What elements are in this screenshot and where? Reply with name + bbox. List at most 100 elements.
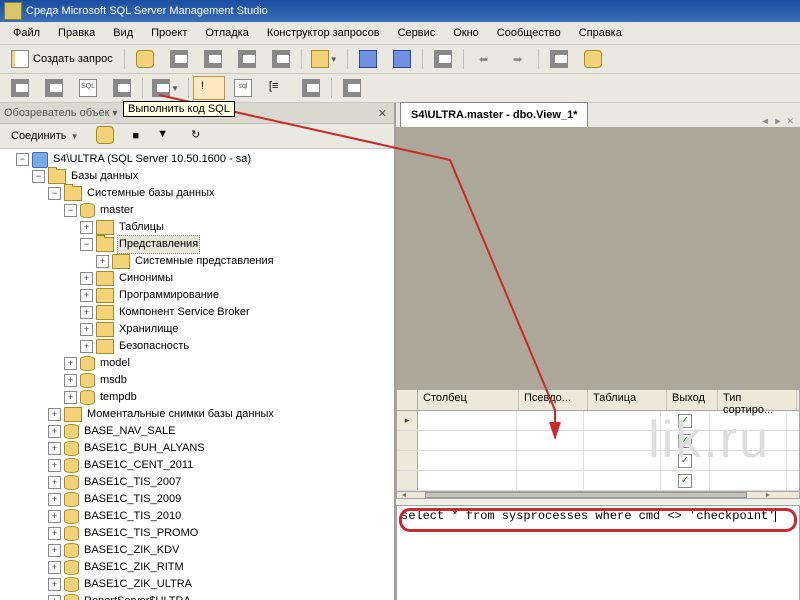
security-node[interactable]: Безопасность [117, 338, 191, 355]
views-node[interactable]: Представления [117, 235, 200, 254]
expand-toggle[interactable]: + [96, 255, 109, 268]
verify-sql-button[interactable]: sql [227, 76, 259, 100]
sql-text[interactable]: select * from sysprocesses where cmd <> … [401, 509, 775, 523]
database-node[interactable]: BASE1C_ZIK_KDV [82, 542, 181, 559]
menu-query-designer[interactable]: Конструктор запросов [258, 24, 389, 42]
col-header-column[interactable]: Столбец [418, 390, 519, 410]
servicebroker-node[interactable]: Компонент Service Broker [117, 304, 252, 321]
database-node[interactable]: BASE1C_TIS_PROMO [82, 525, 200, 542]
expand-toggle[interactable]: + [80, 306, 93, 319]
tab-scroll-left[interactable]: ◄ [759, 116, 772, 127]
snapshots-node[interactable]: Моментальные снимки базы данных [85, 406, 276, 423]
expand-toggle[interactable]: − [16, 153, 29, 166]
database-node[interactable]: BASE1C_TIS_2010 [82, 508, 183, 525]
expand-toggle[interactable]: − [64, 204, 77, 217]
expand-toggle[interactable]: + [80, 289, 93, 302]
menu-debug[interactable]: Отладка [196, 24, 257, 42]
expand-toggle[interactable]: + [48, 459, 61, 472]
add-derived-button[interactable] [336, 76, 368, 100]
database-node[interactable]: BASE1C_TIS_2009 [82, 491, 183, 508]
stop-button[interactable]: ■ [125, 127, 146, 145]
sysviews-node[interactable]: Системные представления [133, 253, 276, 270]
expand-toggle[interactable]: + [48, 408, 61, 421]
database-node[interactable]: ReportServer$ULTRA [82, 593, 193, 600]
programming-node[interactable]: Программирование [117, 287, 221, 304]
tab-scroll-right[interactable]: ► [772, 116, 785, 127]
tab-close[interactable]: ✕ [784, 116, 796, 127]
open-button[interactable]: ▼ [306, 47, 343, 71]
menu-help[interactable]: Справка [570, 24, 631, 42]
activity-monitor-button[interactable] [427, 47, 459, 71]
expand-toggle[interactable]: + [48, 595, 61, 600]
expand-toggle[interactable]: + [48, 425, 61, 438]
disconnect-button[interactable] [89, 123, 121, 150]
nav-back-button[interactable]: ⬅ [468, 47, 500, 71]
menu-edit[interactable]: Правка [49, 24, 104, 42]
sql-pane[interactable]: select * from sysprocesses where cmd <> … [396, 505, 800, 600]
document-tab[interactable]: S4\ULTRA.master - dbo.View_1* [400, 102, 588, 127]
add-groupby-button[interactable]: [≡ [261, 76, 293, 100]
synonyms-node[interactable]: Синонимы [117, 270, 175, 287]
db-engine-query-button[interactable] [129, 47, 161, 71]
menu-view[interactable]: Вид [104, 24, 142, 42]
msdb-node[interactable]: msdb [98, 372, 129, 389]
database-node[interactable]: BASE1C_TIS_2007 [82, 474, 183, 491]
expand-toggle[interactable]: + [64, 357, 77, 370]
sysdb-node[interactable]: Системные базы данных [85, 185, 216, 202]
show-diagram-pane-button[interactable] [4, 76, 36, 100]
expand-toggle[interactable]: + [48, 442, 61, 455]
expand-toggle[interactable]: + [48, 544, 61, 557]
database-node[interactable]: BASE1C_ZIK_ULTRA [82, 576, 194, 593]
properties-button[interactable] [543, 47, 575, 71]
xmla-query-button[interactable] [265, 47, 297, 71]
expand-toggle[interactable]: + [64, 391, 77, 404]
filter-button[interactable]: ▼ [150, 125, 180, 147]
expand-toggle[interactable]: − [80, 238, 93, 251]
row-selector[interactable]: ▸ [397, 411, 418, 430]
menu-community[interactable]: Сообщество [488, 24, 570, 42]
object-explorer-tree[interactable]: − S4\ULTRA (SQL Server 10.50.1600 - sa) −… [0, 149, 394, 600]
execute-sql-button[interactable]: ! [193, 76, 225, 100]
expand-toggle[interactable]: + [48, 476, 61, 489]
expand-toggle[interactable]: + [80, 340, 93, 353]
storage-node[interactable]: Хранилище [117, 321, 180, 338]
change-type-button[interactable]: ▼ [147, 76, 184, 100]
database-node[interactable]: BASE1C_ZIK_RITM [82, 559, 186, 576]
server-node[interactable]: S4\ULTRA (SQL Server 10.50.1600 - sa) [51, 151, 253, 168]
criteria-hscroll[interactable]: ◄► [396, 492, 800, 499]
expand-toggle[interactable]: + [64, 374, 77, 387]
model-node[interactable]: model [98, 355, 132, 372]
database-node[interactable]: BASE1C_CENT_2011 [82, 457, 195, 474]
col-header-alias[interactable]: Псевдо... [519, 390, 588, 410]
expand-toggle[interactable]: + [48, 510, 61, 523]
registered-servers-button[interactable] [577, 47, 609, 71]
expand-toggle[interactable]: − [48, 187, 61, 200]
save-button[interactable] [352, 47, 384, 71]
col-header-table[interactable]: Таблица [588, 390, 667, 410]
connect-button[interactable]: Соединить ▼ [4, 127, 85, 145]
menu-window[interactable]: Окно [444, 24, 488, 42]
add-table-button[interactable] [295, 76, 327, 100]
mdx-query-button[interactable] [197, 47, 229, 71]
expand-toggle[interactable]: + [48, 493, 61, 506]
refresh-button[interactable]: ↻ [184, 125, 214, 147]
diagram-pane[interactable] [396, 127, 800, 389]
analysis-query-button[interactable] [163, 47, 195, 71]
expand-toggle[interactable]: + [48, 561, 61, 574]
menu-project[interactable]: Проект [142, 24, 196, 42]
database-node[interactable]: BASE1C_BUH_ALYANS [82, 440, 207, 457]
expand-toggle[interactable]: + [80, 272, 93, 285]
show-sql-pane-button[interactable]: SQL [72, 76, 104, 100]
master-node[interactable]: master [98, 202, 136, 219]
close-panel-button[interactable]: ✕ [375, 107, 390, 120]
nav-fwd-button[interactable]: ➡ [502, 47, 534, 71]
expand-toggle[interactable]: + [48, 578, 61, 591]
expand-toggle[interactable]: + [80, 323, 93, 336]
tempdb-node[interactable]: tempdb [98, 389, 139, 406]
new-query-button[interactable]: Создать запрос [4, 47, 120, 71]
expand-toggle[interactable]: + [48, 527, 61, 540]
col-header-output[interactable]: Выход [667, 390, 718, 410]
col-header-sort[interactable]: Тип сортиро... [718, 390, 797, 410]
show-results-pane-button[interactable] [106, 76, 138, 100]
show-criteria-pane-button[interactable] [38, 76, 70, 100]
